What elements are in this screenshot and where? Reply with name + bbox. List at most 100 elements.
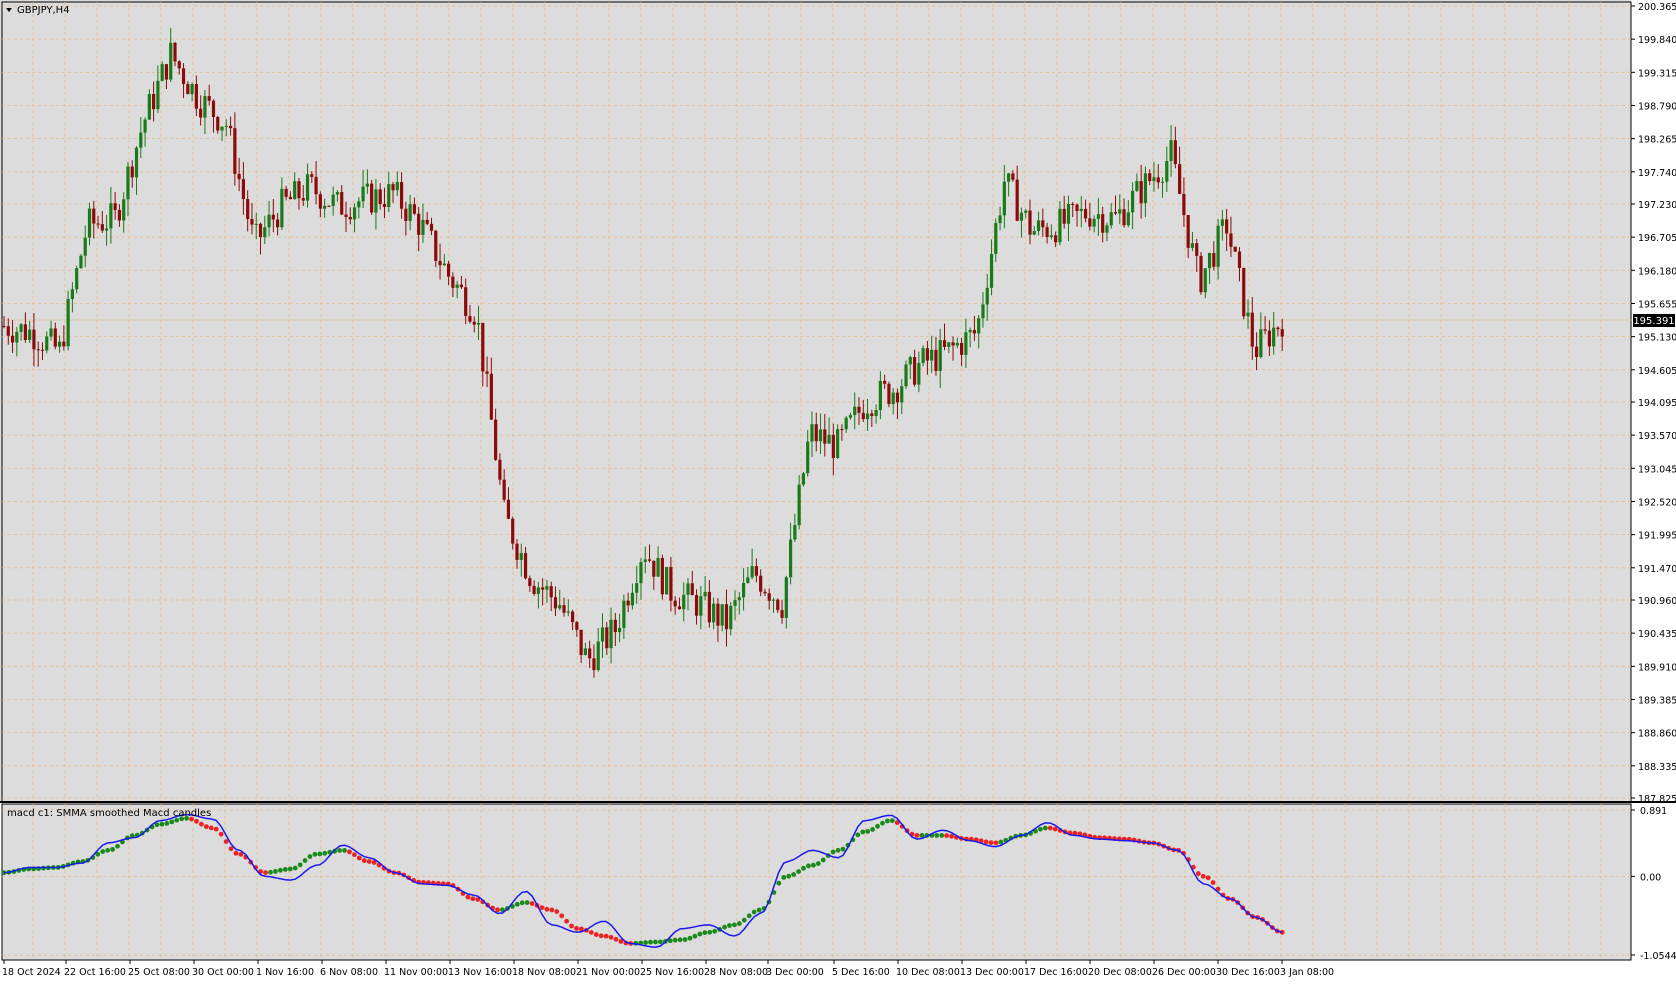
candle-body xyxy=(1066,203,1071,224)
time-axis-label: 30 Dec 16:00 xyxy=(1216,967,1280,978)
indicator-panel[interactable] xyxy=(1,803,1632,961)
candle-body xyxy=(207,96,211,101)
signal-dot xyxy=(840,846,846,852)
signal-dot xyxy=(697,931,703,937)
candle-body xyxy=(1075,204,1079,212)
signal-dot xyxy=(361,858,367,863)
signal-dot xyxy=(885,818,890,824)
candle-body xyxy=(117,209,122,221)
candle-body xyxy=(224,125,228,127)
signal-dot xyxy=(870,827,876,832)
candle-body xyxy=(10,335,15,343)
candle-body xyxy=(327,205,331,207)
signal-dot xyxy=(342,848,347,853)
price-axis[interactable]: 200.365 199.840 199.315 198.790 198.265 197.7… xyxy=(1631,2,1676,805)
candle-body xyxy=(447,263,451,277)
candle-body xyxy=(1280,329,1284,337)
candle-body xyxy=(618,627,622,633)
candle-body xyxy=(1122,209,1126,226)
signal-dot xyxy=(880,820,885,826)
price-axis-label: 192.520 xyxy=(1638,497,1676,508)
time-axis-label: 22 Oct 16:00 xyxy=(64,967,126,978)
signal-dot xyxy=(529,901,535,906)
candle-body xyxy=(972,329,977,334)
chart-svg[interactable]: GBPJPY,H4 macd c1: SMMA smoothed Macd ca… xyxy=(0,0,1676,982)
candle-body xyxy=(1011,173,1015,180)
candle-body xyxy=(579,629,583,656)
candle-body xyxy=(19,324,23,332)
candle-body xyxy=(836,429,840,458)
candle-body xyxy=(985,287,989,305)
candle-body xyxy=(494,419,498,460)
signal-dot xyxy=(860,829,866,835)
candle-body xyxy=(1272,327,1276,347)
signal-dot xyxy=(307,854,313,859)
candle-body xyxy=(404,208,408,221)
candle-body xyxy=(951,342,955,346)
candle-body xyxy=(746,577,750,583)
candle-body xyxy=(784,577,788,618)
candle-body xyxy=(942,340,947,347)
candle-body xyxy=(1007,173,1011,182)
candle-body xyxy=(583,648,587,656)
candle-body xyxy=(70,289,74,299)
price-chart-area[interactable] xyxy=(0,0,1631,802)
candle-body xyxy=(1041,220,1045,228)
chart-window[interactable]: GBPJPY,H4 macd c1: SMMA smoothed Macd ca… xyxy=(0,0,1676,982)
signal-dot xyxy=(588,930,594,935)
candle-body xyxy=(421,219,425,235)
candle-body xyxy=(310,174,314,177)
candle-body xyxy=(511,518,515,544)
signal-dot xyxy=(722,924,727,930)
candle-body xyxy=(459,284,464,288)
signal-dot xyxy=(603,933,609,939)
signal-dot xyxy=(519,900,525,906)
price-axis-label: 189.910 xyxy=(1638,662,1676,673)
signal-dot xyxy=(574,926,579,931)
time-axis-label: 18 Oct 2024 xyxy=(2,967,61,978)
time-axis[interactable]: 18 Oct 2024 22 Oct 16:00 25 Oct 08:00 30 Oc… xyxy=(2,960,1334,978)
candle-body xyxy=(771,599,776,601)
signal-dot xyxy=(801,865,806,871)
signal-dot xyxy=(988,840,994,846)
candle-body xyxy=(156,80,160,110)
candle-body xyxy=(857,406,861,413)
candle-body xyxy=(126,166,130,200)
signal-dot xyxy=(564,918,570,924)
candle-body xyxy=(729,605,733,630)
candle-body xyxy=(361,186,365,202)
candle-body xyxy=(1242,267,1246,317)
signal-dot xyxy=(277,867,283,873)
signal-dot xyxy=(736,921,742,926)
candle-body xyxy=(1156,177,1160,183)
candle-body xyxy=(318,194,322,209)
candle-body xyxy=(468,316,472,322)
candle-body xyxy=(605,627,609,649)
candle-body xyxy=(258,223,263,238)
candle-body xyxy=(15,331,19,343)
signal-dot xyxy=(993,840,999,846)
candle-body xyxy=(1079,208,1083,212)
time-axis-label: 6 Nov 08:00 xyxy=(320,967,378,978)
candle-body xyxy=(1131,190,1135,213)
candle-body xyxy=(365,183,369,187)
signal-dot xyxy=(105,847,111,853)
candle-body xyxy=(1096,214,1100,219)
candle-body xyxy=(344,214,348,217)
candle-body xyxy=(870,413,874,417)
candle-body xyxy=(173,42,177,62)
candle-body xyxy=(878,380,882,411)
candle-body xyxy=(553,597,558,609)
candle-body xyxy=(1028,210,1032,235)
signal-dot xyxy=(677,937,683,943)
candle-body xyxy=(1173,140,1177,165)
candle-body xyxy=(36,349,40,351)
signal-dot xyxy=(100,849,106,854)
signal-dot xyxy=(465,894,471,900)
indicator-axis[interactable]: 0.891 0.00 -1.0544 xyxy=(1631,806,1676,962)
candle-body xyxy=(23,324,27,340)
price-axis-label: 200.365 xyxy=(1638,2,1676,13)
candle-body xyxy=(92,208,96,224)
signal-dot xyxy=(1205,875,1211,881)
candle-body xyxy=(699,596,703,616)
